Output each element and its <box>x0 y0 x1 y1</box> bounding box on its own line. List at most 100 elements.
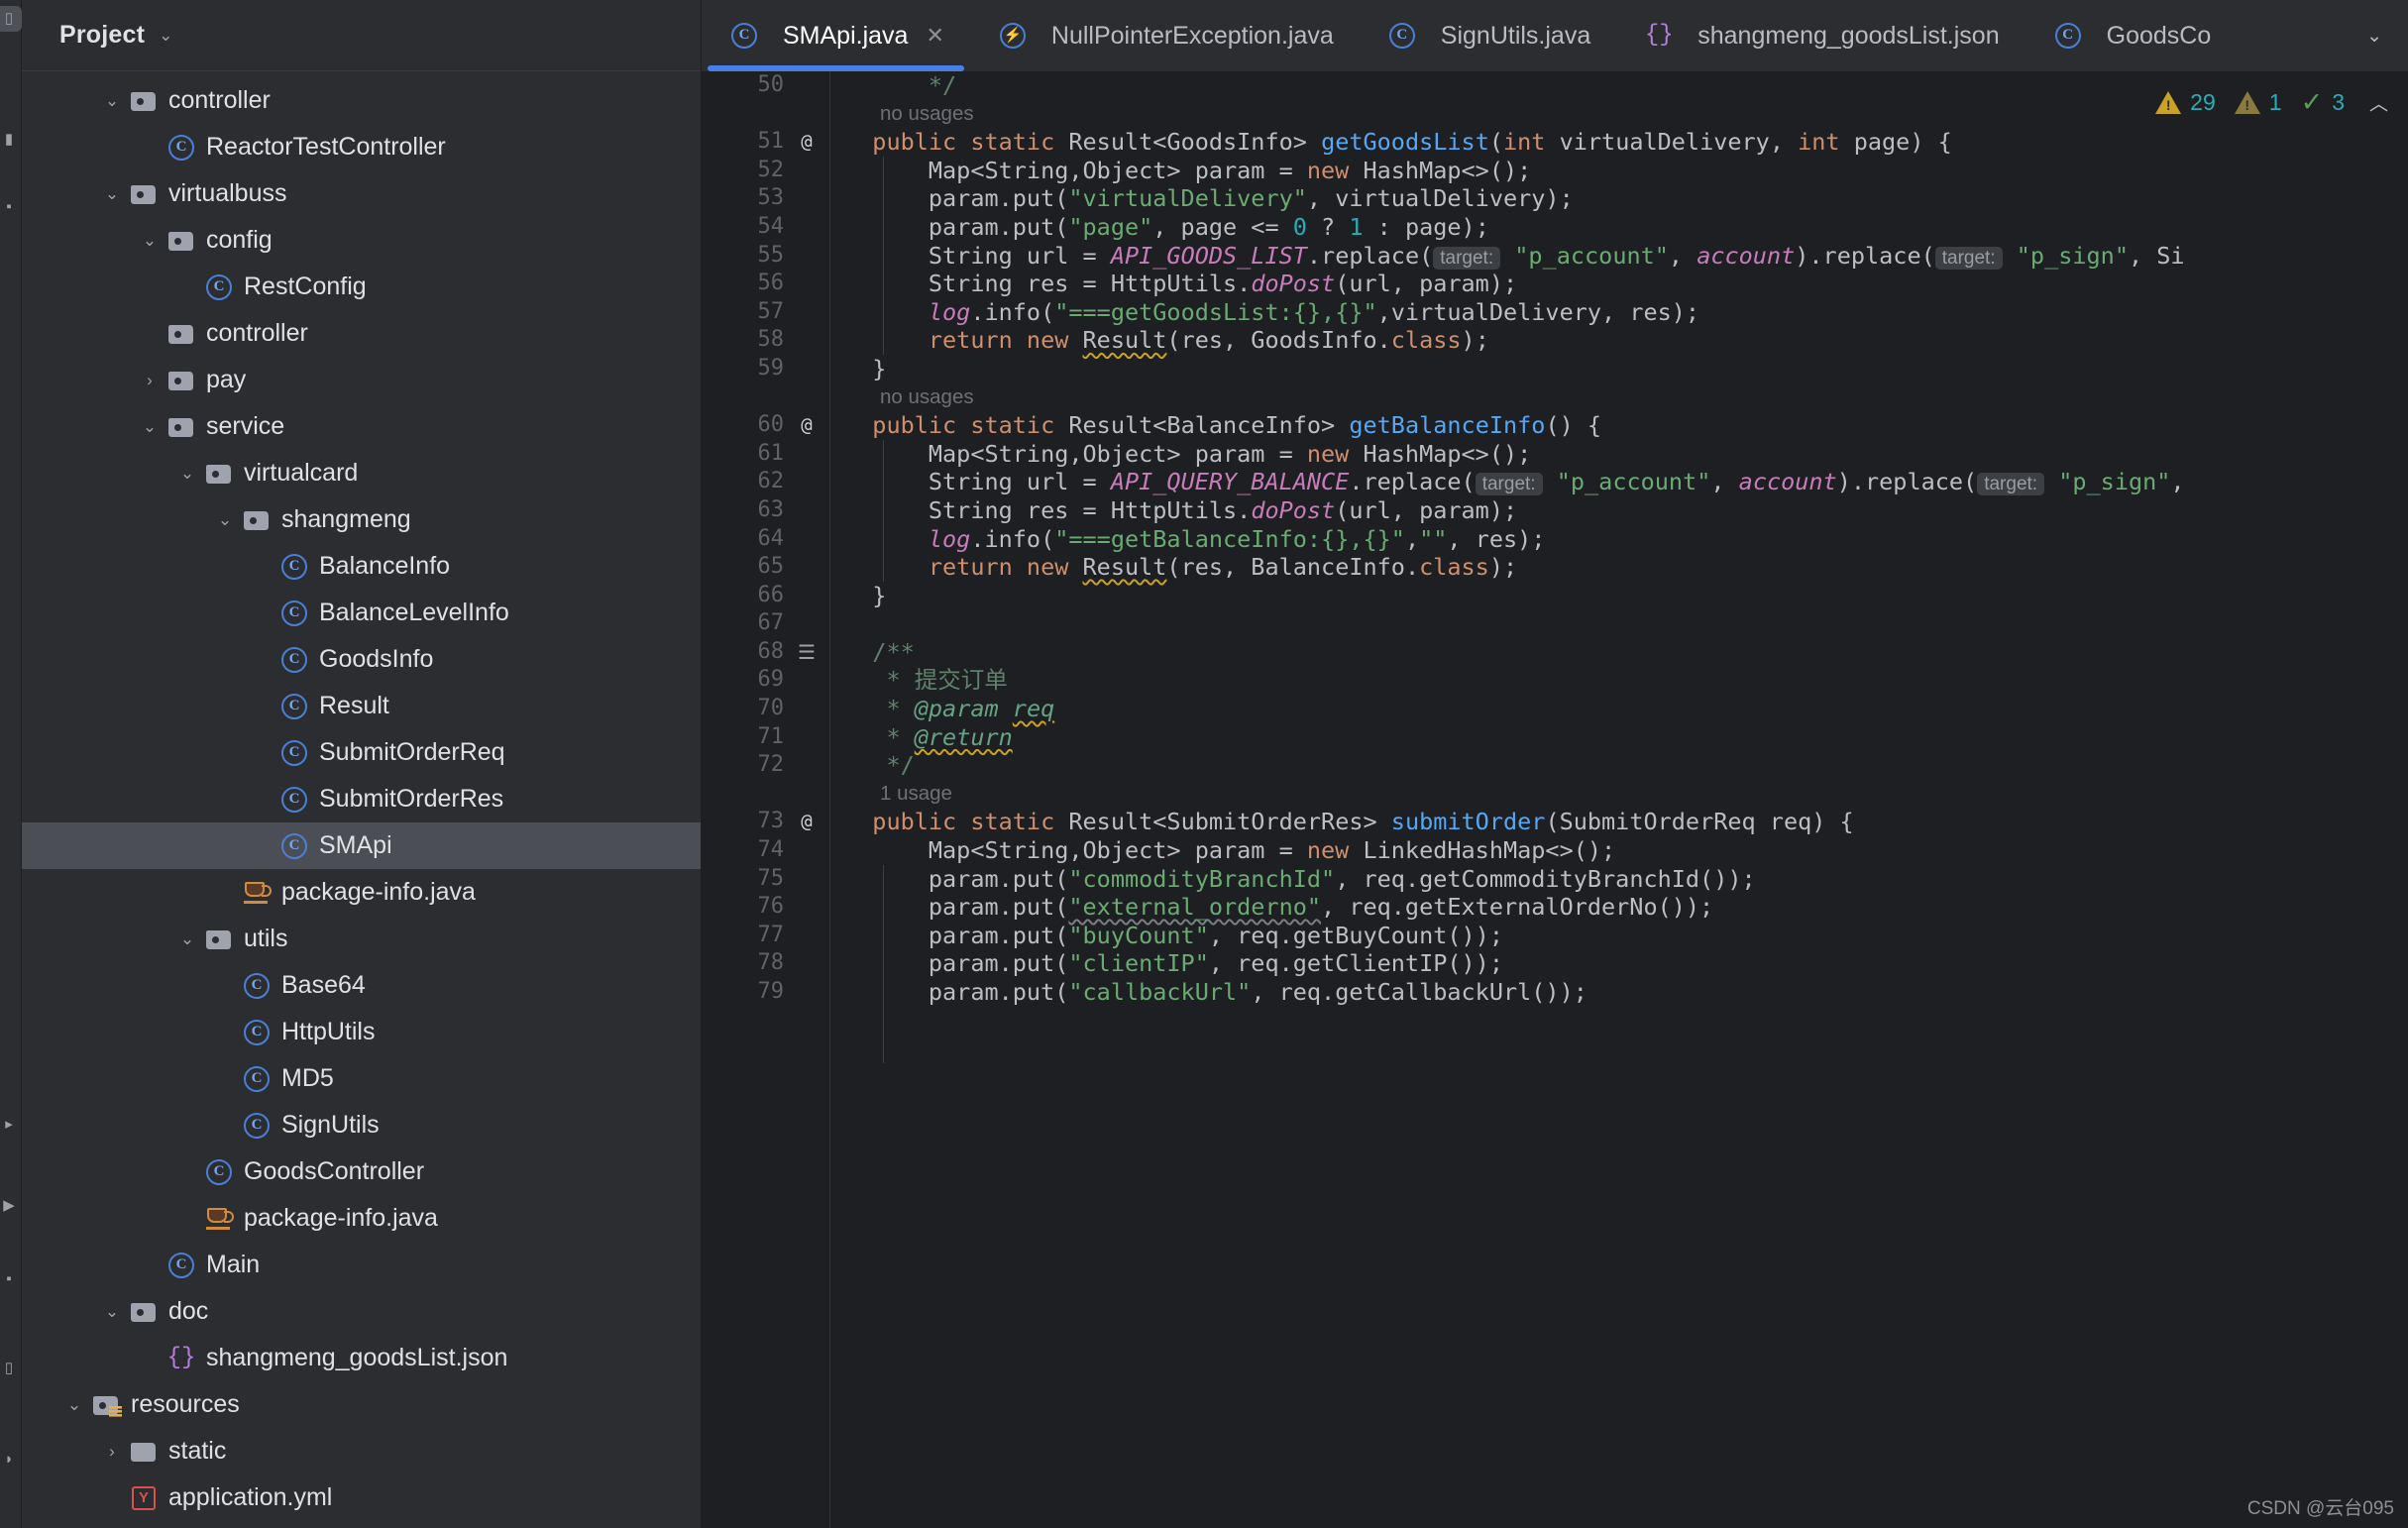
terminal-tool-icon[interactable]: ▪ <box>0 1266 22 1292</box>
code-line[interactable]: * @param req <box>844 695 2408 723</box>
code-editor[interactable]: ! 29 ! 1 ✓ 3 ︿ 50 51 @52 53 54 55 56 57 58 59 60 @6… <box>702 71 2408 1528</box>
code-line[interactable]: param.put("clientIP", req.getClientIP())… <box>844 949 2408 978</box>
tree-node[interactable]: ⌄CSignUtils <box>22 1102 701 1148</box>
notifications-icon[interactable]: ◗ <box>0 1447 22 1473</box>
tab-list-chevron-down-icon[interactable]: ⌄ <box>2341 0 2408 71</box>
run-gutter-icon[interactable]: @ <box>792 128 821 157</box>
tree-node[interactable]: ⌄ shangmeng <box>22 496 701 543</box>
tree-node[interactable]: ⌄CBalanceLevelInfo <box>22 590 701 636</box>
run-gutter-icon[interactable]: @ <box>792 808 821 836</box>
project-tool-icon[interactable]: ▯ <box>0 6 22 32</box>
code-line[interactable]: param.put("commodityBranchId", req.getCo… <box>844 865 2408 894</box>
code-vision-hint[interactable]: 1 usage <box>844 780 2408 809</box>
chevron-down-icon[interactable]: ⌄ <box>159 26 172 46</box>
code-line[interactable]: param.put("page", page <= 0 ? 1 : page); <box>844 213 2408 242</box>
code-line[interactable]: * @return <box>844 723 2408 752</box>
code-line[interactable] <box>844 609 2408 638</box>
code-line[interactable]: param.put("buyCount", req.getBuyCount())… <box>844 922 2408 950</box>
tree-node[interactable]: ⌄CGoodsInfo <box>22 636 701 683</box>
inspection-widget[interactable]: ! 29 ! 1 ✓ 3 ︿ <box>2155 89 2388 116</box>
project-file-tree[interactable]: ⌄ controller ⌄ C ReactorTestController ⌄ virtu… <box>22 71 701 1528</box>
tree-node[interactable]: ⌄ doc <box>22 1288 701 1335</box>
editor-gutter[interactable]: 50 51 @52 53 54 55 56 57 58 59 60 @61 62 63 64 65 66 67 68… <box>702 71 830 1528</box>
run-gutter-icon[interactable]: @ <box>792 411 821 440</box>
tree-node[interactable]: ⌄ virtualbuss <box>22 170 701 217</box>
code-line[interactable]: String url = API_GOODS_LIST.replace(targ… <box>844 242 2408 271</box>
tree-node[interactable]: ⌄ utils <box>22 916 701 962</box>
editor-tab[interactable]: ⚡ NullPointerException.java <box>970 0 1360 71</box>
code-line[interactable]: String res = HttpUtils.doPost(url, param… <box>844 270 2408 298</box>
code-line[interactable]: public static Result<BalanceInfo> getBal… <box>844 411 2408 440</box>
problems-tool-icon[interactable]: ▯ <box>0 1356 22 1381</box>
code-line[interactable]: String res = HttpUtils.doPost(url, param… <box>844 496 2408 525</box>
tree-node-selected[interactable]: ⌄CSMApi <box>22 822 701 869</box>
tree-node[interactable]: ⌄CResult <box>22 683 701 729</box>
pull-requests-icon[interactable]: ▪ <box>0 194 22 220</box>
code-line[interactable]: } <box>844 355 2408 383</box>
editor-tab[interactable]: C SMApi.java ✕ <box>702 0 970 71</box>
chevron-down-icon[interactable]: ⌄ <box>97 92 127 109</box>
tree-node[interactable]: ⌄ service <box>22 403 701 450</box>
tree-node[interactable]: ⌄{}shangmeng_goodsList.json <box>22 1335 701 1381</box>
code-line[interactable]: param.put("callbackUrl", req.getCallback… <box>844 978 2408 1007</box>
code-line[interactable]: Map<String,Object> param = new LinkedHas… <box>844 836 2408 865</box>
tree-node[interactable]: ⌄CMD5 <box>22 1055 701 1102</box>
tree-node[interactable]: ⌄CRestConfig <box>22 264 701 310</box>
editor-tab[interactable]: {} shangmeng_goodsList.json <box>1616 0 2025 71</box>
chevron-right-icon[interactable]: › <box>97 1443 127 1460</box>
tree-node[interactable]: ⌄ virtualcard <box>22 450 701 496</box>
code-line[interactable]: } <box>844 582 2408 610</box>
chevron-down-icon[interactable]: ⌄ <box>97 1303 127 1320</box>
structure-tool-icon[interactable]: ▸ <box>0 1112 22 1138</box>
code-line[interactable]: log.info("===getBalanceInfo:{},{}","", r… <box>844 525 2408 554</box>
chevron-down-icon[interactable]: ⌄ <box>172 465 202 482</box>
code-line[interactable]: public static Result<GoodsInfo> getGoods… <box>844 128 2408 157</box>
left-tool-window-strip[interactable]: ▯ ▮ ▪ ▸ ▶ ▪ ▯ ◗ <box>0 0 22 1528</box>
chevron-down-icon[interactable]: ⌄ <box>172 930 202 947</box>
tree-node[interactable]: › pay <box>22 357 701 403</box>
code-line[interactable]: */ <box>844 751 2408 780</box>
code-content[interactable]: */ no usages public static Result<GoodsIn… <box>830 71 2408 1528</box>
code-line[interactable]: Map<String,Object> param = new HashMap<>… <box>844 157 2408 185</box>
chevron-down-icon[interactable]: ⌄ <box>97 185 127 202</box>
tree-node[interactable]: ⌄CHttpUtils <box>22 1009 701 1055</box>
code-line[interactable]: * 提交订单 <box>844 666 2408 695</box>
close-icon[interactable]: ✕ <box>926 23 943 49</box>
code-line[interactable]: /** <box>844 638 2408 667</box>
code-line[interactable]: param.put("virtualDelivery", virtualDeli… <box>844 184 2408 213</box>
code-line[interactable]: String url = API_QUERY_BALANCE.replace(t… <box>844 468 2408 496</box>
tree-node[interactable]: ⌄package-info.java <box>22 869 701 916</box>
code-line[interactable]: public static Result<SubmitOrderRes> sub… <box>844 808 2408 836</box>
chevron-right-icon[interactable]: › <box>135 372 164 388</box>
editor-tab[interactable]: C SignUtils.java <box>1360 0 1616 71</box>
tree-node[interactable]: ⌄ config <box>22 217 701 264</box>
chevron-down-icon[interactable]: ⌄ <box>210 511 240 528</box>
tree-node[interactable]: ⌄Yapplication.yml <box>22 1474 701 1521</box>
tree-node[interactable]: ⌄CGoodsController <box>22 1148 701 1195</box>
editor-tab[interactable]: C GoodsCo <box>2025 0 2238 71</box>
chevron-down-icon[interactable]: ⌄ <box>135 418 164 435</box>
tree-node[interactable]: ⌄CBase64 <box>22 962 701 1009</box>
code-line[interactable]: param.put("external_orderno", req.getExt… <box>844 893 2408 922</box>
tree-node[interactable]: ⌄ resources <box>22 1381 701 1428</box>
services-tool-icon[interactable]: ▶ <box>0 1193 22 1219</box>
tree-node[interactable]: ⌄CMain <box>22 1242 701 1288</box>
chevron-up-icon[interactable]: ︿ <box>2369 89 2388 116</box>
tree-node[interactable]: ⌄ controller <box>22 77 701 124</box>
project-panel-header[interactable]: Project ⌄ <box>22 0 701 71</box>
code-vision-hint[interactable]: no usages <box>844 383 2408 412</box>
code-line[interactable]: log.info("===getGoodsList:{},{}",virtual… <box>844 298 2408 327</box>
tree-node[interactable]: ⌄CReactorTestController <box>22 124 701 170</box>
chevron-down-icon[interactable]: ⌄ <box>59 1396 89 1413</box>
code-line[interactable]: return new Result(res, GoodsInfo.class); <box>844 326 2408 355</box>
doc-fold-gutter-icon[interactable]: ☰ <box>792 638 821 667</box>
tree-node[interactable]: › static <box>22 1428 701 1474</box>
code-scroll-area[interactable]: 50 51 @52 53 54 55 56 57 58 59 60 @61 62 63 64 65 66 67 68… <box>702 71 2408 1528</box>
tree-node[interactable]: ⌄CBalanceInfo <box>22 543 701 590</box>
code-line[interactable]: return new Result(res, BalanceInfo.class… <box>844 553 2408 582</box>
commit-tool-icon[interactable]: ▮ <box>0 127 22 153</box>
tree-node[interactable]: ⌄CSubmitOrderRes <box>22 776 701 822</box>
chevron-down-icon[interactable]: ⌄ <box>135 232 164 249</box>
tree-node[interactable]: ⌄CSubmitOrderReq <box>22 729 701 776</box>
tree-node[interactable]: ⌄package-info.java <box>22 1195 701 1242</box>
